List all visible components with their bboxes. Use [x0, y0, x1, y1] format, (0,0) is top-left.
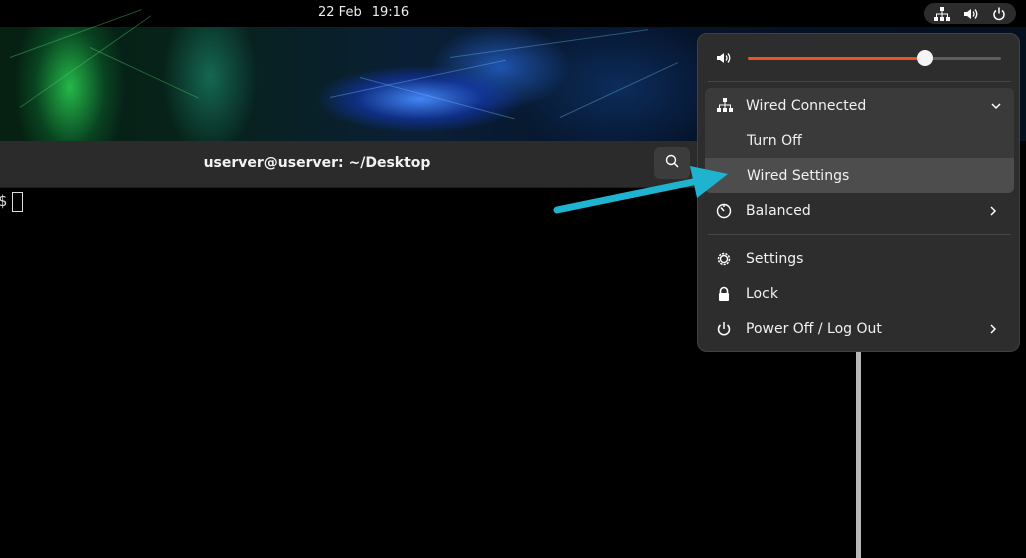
power-off-label: Power Off / Log Out [746, 320, 882, 337]
volume-slider-fill [748, 57, 926, 60]
wired-connection-toggle[interactable]: Wired Connected [705, 88, 1014, 123]
window-title: userver@userver: ~/Desktop [203, 155, 431, 171]
wired-connected-label: Wired Connected [746, 97, 867, 114]
turn-off-label: Turn Off [747, 132, 802, 149]
terminal-titlebar[interactable]: userver@userver: ~/Desktop [0, 141, 700, 188]
volume-slider-knob[interactable] [917, 50, 934, 66]
terminal-cursor [12, 192, 23, 212]
power-mode-icon [716, 203, 732, 223]
terminal-scrollbar[interactable] [856, 350, 861, 558]
network-wired-icon [934, 6, 951, 21]
volume-row [698, 34, 1019, 82]
shell-prompt: $ [0, 192, 23, 212]
network-section: Wired Connected Turn Off Wired Settings [705, 88, 1014, 193]
volume-slider[interactable] [748, 50, 1001, 66]
clock-date: 22 Feb [318, 5, 362, 20]
volume-icon [963, 7, 979, 21]
clock-time: 19:16 [371, 5, 410, 20]
network-wired-icon [717, 98, 733, 116]
top-bar: 22 Feb 19:16 [0, 0, 1026, 27]
gear-icon [716, 251, 732, 271]
search-button[interactable] [654, 147, 690, 179]
volume-icon[interactable] [716, 50, 732, 69]
lock-item[interactable]: Lock [698, 276, 1019, 311]
prompt-symbol: $ [0, 192, 8, 210]
power-mode-label: Balanced [746, 202, 811, 219]
turn-off-item[interactable]: Turn Off [705, 123, 1014, 158]
power-icon [992, 7, 1006, 21]
divider [708, 81, 1011, 82]
wired-settings-label: Wired Settings [747, 167, 850, 184]
settings-item[interactable]: Settings [698, 241, 1019, 276]
quick-settings-menu: Wired Connected Turn Off Wired Settings … [697, 33, 1020, 352]
power-off-item[interactable]: Power Off / Log Out [698, 311, 1019, 346]
power-mode-item[interactable]: Balanced [698, 193, 1019, 228]
settings-label: Settings [746, 250, 804, 267]
wired-settings-item[interactable]: Wired Settings [705, 158, 1014, 193]
search-icon [664, 153, 680, 173]
divider [708, 234, 1011, 235]
power-icon [716, 321, 732, 341]
lock-icon [716, 286, 732, 306]
chevron-down-icon [990, 100, 1002, 116]
clock[interactable]: 22 Feb 19:16 [318, 5, 419, 20]
lock-label: Lock [746, 285, 778, 302]
chevron-right-icon [987, 205, 999, 221]
system-tray[interactable] [924, 3, 1016, 24]
chevron-right-icon [987, 323, 999, 339]
